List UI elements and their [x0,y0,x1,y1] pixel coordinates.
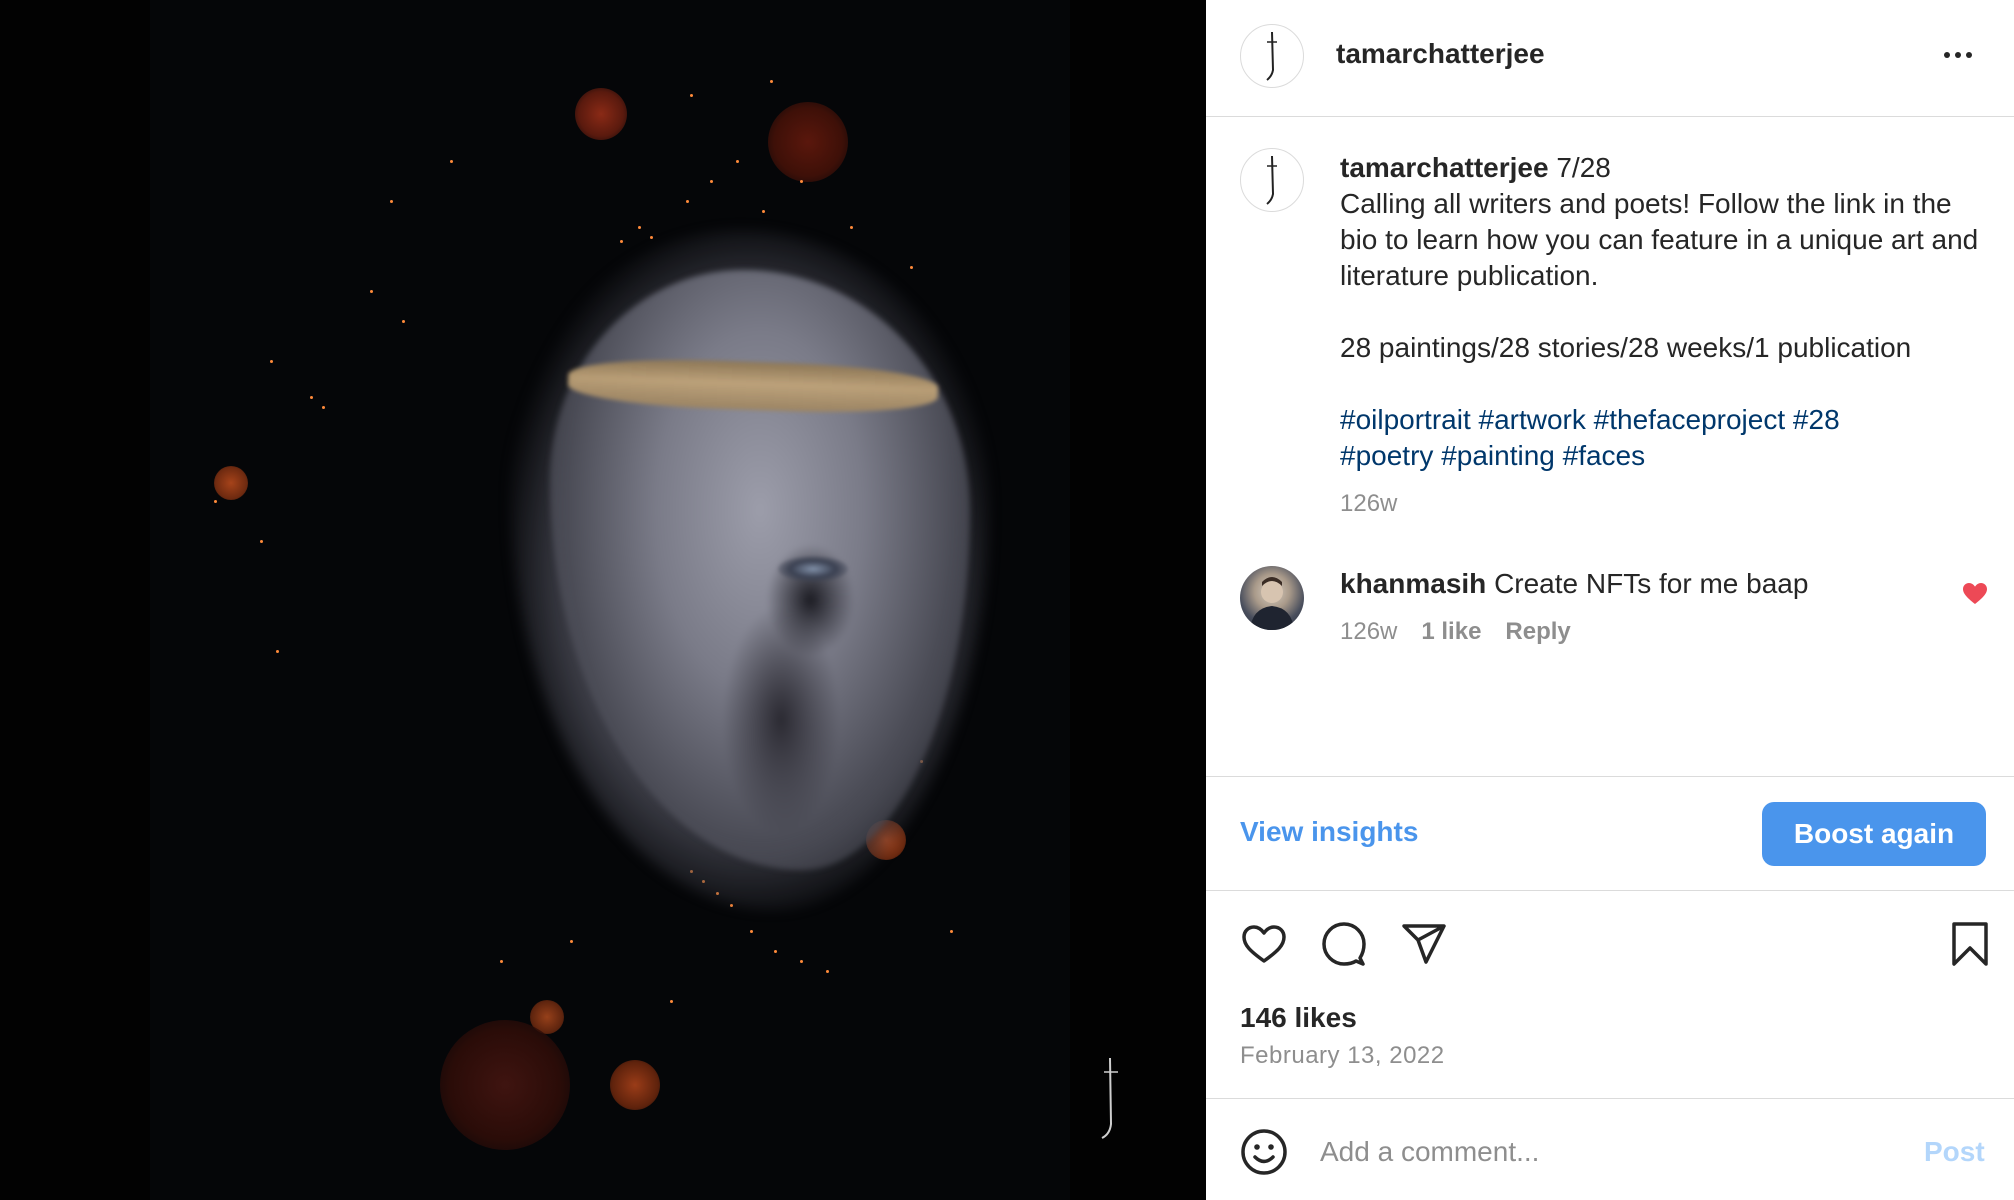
hashtag-link[interactable]: #thefaceproject [1594,404,1785,435]
share-icon[interactable] [1400,920,1448,968]
bokeh-orb [214,466,248,500]
hashtag-link[interactable]: #faces [1563,440,1646,471]
ember-spark [762,210,765,213]
caption-hashtags: #oilportrait #artwork #thefaceproject #2… [1340,402,1980,474]
hashtag-link[interactable]: #artwork [1479,404,1586,435]
heart-filled-icon[interactable] [1962,582,1988,606]
ember-spark [260,540,263,543]
comment-reply-button[interactable]: Reply [1505,618,1570,646]
ember-spark [270,360,273,363]
bokeh-orb [768,102,848,182]
post-caption: tamarchatterjee 7/28 Calling all writers… [1340,150,1980,522]
ember-spark [826,970,829,973]
hashtag-link[interactable]: #oilportrait [1340,404,1471,435]
caption-text-line2: 28 paintings/28 stories/28 weeks/1 publi… [1340,332,1912,363]
ember-spark [276,650,279,653]
artist-signature-icon [1101,1057,1118,1139]
ember-spark [214,500,217,503]
ember-spark [710,180,713,183]
author-username[interactable]: tamarchatterjee [1336,38,1545,70]
ember-spark [910,266,913,269]
caption-username[interactable]: tamarchatterjee [1340,152,1549,183]
add-comment-input[interactable] [1320,1130,1860,1174]
ember-spark [310,396,313,399]
painting-canvas [150,0,1070,1200]
ember-spark [736,160,739,163]
bookmark-icon[interactable] [1946,920,1994,968]
caption-text-line1: Calling all writers and poets! Follow th… [1340,188,1979,291]
post-side-panel: tamarchatterjee tamarchatterjee 7/28 Cal… [1206,0,2014,1200]
ember-spark [850,226,853,229]
boost-again-button[interactable]: Boost again [1762,802,1986,866]
ember-spark [322,406,325,409]
ember-spark [686,200,689,203]
comment-timestamp[interactable]: 126w [1340,618,1397,646]
insights-divider-top [1206,776,2014,777]
ember-spark [370,290,373,293]
heart-icon[interactable] [1240,920,1288,968]
ember-spark [670,1000,673,1003]
ember-spark [650,236,653,239]
hashtag-link[interactable]: #painting [1441,440,1555,471]
view-insights-link[interactable]: View insights [1240,816,1418,848]
comment-text: Create NFTs for me baap [1494,568,1809,599]
hashtag-link[interactable]: #28 [1793,404,1840,435]
more-options-icon[interactable] [1936,40,1980,70]
header-divider [1206,116,2014,117]
bokeh-orb [610,1060,660,1110]
author-avatar[interactable] [1240,24,1304,88]
caption-title: 7/28 [1556,152,1611,183]
post-comment-button[interactable]: Post [1924,1136,1985,1168]
comment-likes[interactable]: 1 like [1421,618,1481,646]
ember-spark [770,80,773,83]
commenter-username[interactable]: khanmasih [1340,568,1486,599]
ember-spark [690,94,693,97]
ember-spark [402,320,405,323]
comment-icon[interactable] [1320,920,1368,968]
caption-author-avatar[interactable] [1240,148,1304,212]
portrait-eye [778,556,848,582]
comment-box-divider [1206,1098,2014,1099]
post-image[interactable] [0,0,1206,1200]
ember-spark [570,940,573,943]
post-date[interactable]: February 13, 2022 [1240,1042,1445,1070]
ember-spark [390,200,393,203]
ember-spark [774,950,777,953]
hashtag-link[interactable]: #poetry [1340,440,1433,471]
bokeh-orb [440,1020,570,1150]
bokeh-orb [575,88,627,140]
person-photo-icon [1250,577,1294,630]
insights-divider-bottom [1206,890,2014,891]
emoji-icon[interactable] [1240,1128,1288,1176]
ember-spark [638,226,641,229]
dagger-logo-icon [1266,31,1277,81]
ember-spark [620,240,623,243]
dagger-logo-icon [1266,155,1277,205]
ember-spark [750,930,753,933]
comment-body: khanmasih Create NFTs for me baap [1340,566,1940,602]
ember-spark [800,180,803,183]
commenter-avatar[interactable] [1240,566,1304,630]
ember-spark [950,930,953,933]
ember-spark [800,960,803,963]
comment-meta: 126w 1 like Reply [1340,618,1571,646]
likes-count[interactable]: 146 likes [1240,1002,1357,1034]
caption-timestamp[interactable]: 126w [1340,486,1980,522]
ember-spark [500,960,503,963]
ember-spark [450,160,453,163]
